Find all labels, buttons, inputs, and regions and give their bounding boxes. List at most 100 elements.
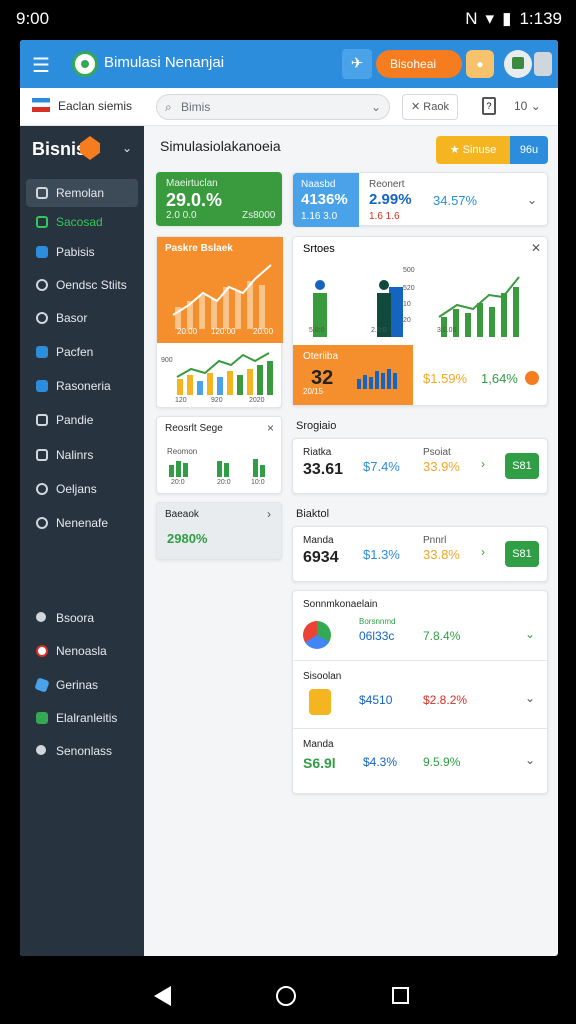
person-icon — [379, 280, 389, 290]
chevron-right-icon[interactable]: › — [481, 457, 485, 471]
sidebar-item-label: Gerinas — [56, 678, 99, 692]
kpi-bar — [375, 371, 379, 389]
chevron-right-icon[interactable]: › — [481, 545, 485, 559]
chevron-down-icon[interactable]: ⌄ — [525, 753, 535, 767]
panel-a-card[interactable]: Reosrlt Sege × Reomon 20:0 20:0 10:0 — [156, 416, 282, 494]
section2-v3-label: Pnnrl — [423, 535, 447, 546]
sidebar-item-pandie[interactable]: Pandie — [26, 406, 138, 434]
menu-icon[interactable]: ☰ — [32, 53, 50, 78]
section2-title: Biaktol — [296, 508, 330, 520]
section1-action-button[interactable]: S81 — [505, 453, 539, 479]
list-item[interactable]: Sisoolan $4510 $2.8.2% ⌄ — [293, 663, 549, 729]
count-badge-button[interactable]: 96u — [510, 136, 548, 164]
list-item-v2: $4.3% — [363, 755, 398, 769]
page-title: Simulasiolakanoeia — [160, 138, 281, 154]
chart-card-left[interactable]: Paskre Bslaek 20:00 120:00 20:00 900 120… — [156, 236, 283, 408]
list-item-pct: 9.5.9% — [423, 755, 461, 769]
kpi-sub: 1.6 1.6 — [369, 211, 400, 222]
alert-icon[interactable] — [525, 371, 539, 385]
section2-action-button[interactable]: S81 — [505, 541, 539, 567]
sidebar-item-pacfen[interactable]: Pacfen — [26, 338, 138, 366]
panel-a-tick: 20:0 — [217, 479, 231, 486]
list-item-value: $4510 — [359, 693, 393, 707]
search-icon — [36, 279, 48, 291]
avatar[interactable] — [504, 50, 532, 78]
section1-title: Srogiaio — [296, 420, 337, 432]
stats-tick: 3.0.06 — [437, 327, 457, 334]
chart2-bar — [257, 365, 263, 395]
sidebar-item-nalinrs[interactable]: Nalinrs — [26, 441, 138, 469]
sidebar-item-bsoora[interactable]: Bsoora — [26, 604, 138, 632]
close-icon[interactable]: × — [267, 421, 274, 435]
filter-label: Raok — [423, 101, 449, 113]
cloud-icon — [34, 677, 50, 693]
app-window: ☰ Bimulasi Nenanjai ✈ Bisoheai ● Eaclan … — [20, 40, 558, 956]
kpi-card-multi[interactable]: Naasbd 4136% 1.16 3.0 Reonert 2.99% 1.6 … — [292, 172, 548, 227]
kpi-value: 34.57% — [433, 193, 478, 208]
section1-value: 33.61 — [303, 461, 344, 478]
close-icon[interactable]: ✕ — [531, 241, 541, 255]
recent-apps-icon[interactable] — [392, 987, 409, 1004]
clock-icon — [36, 517, 48, 529]
app-logo — [72, 51, 98, 77]
sidebar-item-pabisis[interactable]: Pabisis — [26, 238, 138, 266]
search-input[interactable]: ⌕ Bimis ⌄ — [156, 94, 390, 120]
sidebar-item-senonlass[interactable]: Senonlass — [26, 737, 138, 765]
chevron-down-icon[interactable]: ⌄ — [527, 193, 537, 207]
tools-button[interactable]: ✈ — [342, 49, 372, 79]
stats-ytick: 500 — [403, 267, 415, 274]
search-icon: ⌕ — [165, 100, 172, 114]
home-icon[interactable] — [276, 986, 296, 1006]
count-dropdown[interactable]: 10 ⌄ — [514, 99, 541, 113]
sidebar-item-rasoneria[interactable]: Rasoneria — [26, 372, 138, 400]
sidebar-item-nenenafe[interactable]: Nenenafe — [26, 509, 138, 537]
profile-icon[interactable] — [534, 52, 552, 76]
chevron-down-icon[interactable]: ⌄ — [525, 627, 535, 641]
sidebar-item-basor[interactable]: Basor — [26, 304, 138, 332]
sidebar-item-gerinas[interactable]: Gerinas — [26, 671, 138, 699]
filter-button[interactable]: ✕ Raok — [402, 94, 458, 120]
user-icon[interactable]: ● — [466, 50, 494, 78]
chevron-down-icon[interactable]: ⌄ — [371, 95, 381, 119]
system-nav-bar — [0, 966, 576, 1024]
stats-bar — [477, 303, 483, 337]
stats-card[interactable]: Srtoes ✕ 500 520 10 20 5.0:0 2.0:0 3.0.0… — [292, 236, 548, 406]
primary-action-button[interactable]: Bisoheai — [376, 50, 462, 78]
stats-bar — [389, 287, 403, 337]
kpi-card-green[interactable]: Maeirtuclan 29.0.% 2.0 0.0 Zs8000 — [156, 172, 282, 226]
back-icon[interactable] — [154, 986, 171, 1006]
list-item-pct: 7.8.4% — [423, 629, 461, 643]
chevron-right-icon[interactable]: › — [267, 507, 271, 521]
panel-a-tick: 20:0 — [171, 479, 185, 486]
list-item[interactable]: Manda S6.9l $4.3% 9.5.9% ⌄ — [293, 731, 549, 793]
sidebar-item-oeljans[interactable]: Oeljans — [26, 475, 138, 503]
stats-ytick: 520 — [403, 285, 415, 292]
kpi-label: Naasbd — [301, 179, 336, 190]
kpi-value: 29.0.% — [166, 190, 223, 210]
star-badge-button[interactable]: ★ Sinuse — [436, 136, 510, 164]
sidebar-item-nenoasla[interactable]: Nenoasla — [26, 637, 138, 665]
section2-v2: $1.3% — [363, 547, 400, 562]
chevron-down-icon[interactable]: ⌄ — [122, 141, 132, 155]
sidebar-item-sacosad[interactable]: Sacosad — [26, 208, 138, 236]
sidebar-item-label: Pandie — [56, 413, 94, 427]
sidebar-item-elalranleitis[interactable]: Elalranleitis — [26, 704, 138, 732]
section1-label: Riatka — [303, 447, 332, 458]
target-icon — [36, 645, 48, 657]
sidebar-item-remolan[interactable]: Remolan — [26, 179, 138, 207]
list-item[interactable]: Borsnnmd 06l33c 7.8.4% ⌄ — [293, 615, 549, 661]
status-time: 9:00 — [16, 9, 50, 28]
kpi-bar — [357, 379, 361, 389]
section2-card[interactable]: Manda 6934 $1.3% Pnnrl 33.8% › S81 — [292, 526, 548, 582]
panel-b-card[interactable]: Baeaok › 2980% — [156, 502, 282, 560]
stats-ytick: 20 — [403, 317, 411, 324]
chart1-svg — [172, 264, 272, 329]
section1-card[interactable]: Riatka 33.61 $7.4% Psoiat 33.9% › S81 — [292, 438, 548, 494]
chevron-down-icon[interactable]: ⌄ — [525, 691, 535, 705]
document-icon[interactable]: ? — [482, 97, 496, 115]
chart2-tick: 920 — [211, 397, 223, 404]
sidebar-item-oendsc[interactable]: Oendsc Stiits — [26, 271, 138, 299]
lock-icon — [36, 246, 48, 258]
wifi-icon: ▾ — [485, 9, 495, 28]
panel-b-value: 2980% — [167, 531, 208, 546]
